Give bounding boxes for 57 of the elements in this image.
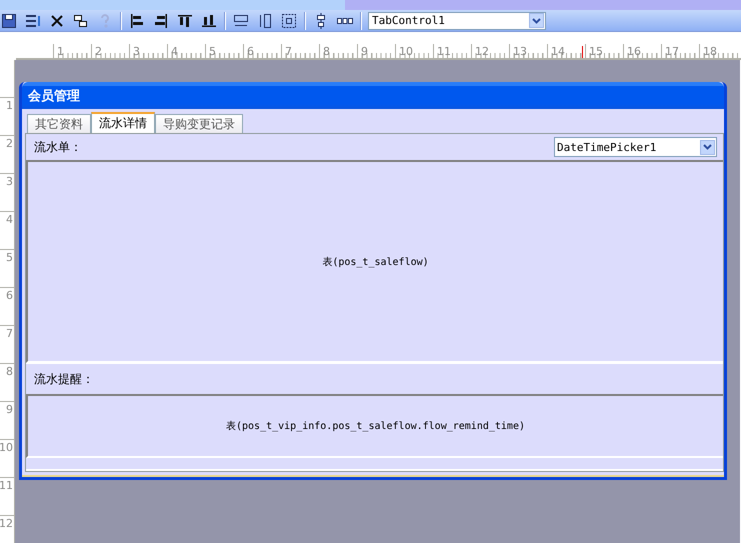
- ruler-number: 5: [208, 45, 216, 58]
- ruler-cursor-line: [582, 46, 583, 58]
- ruler-number: 17: [664, 45, 679, 58]
- ruler-number: 4: [170, 45, 178, 58]
- ruler-number: 8: [322, 45, 330, 58]
- chevron-down-icon: [700, 140, 715, 154]
- ruler-number: 2: [94, 45, 102, 58]
- save-button[interactable]: [0, 12, 18, 30]
- same-height-icon: [257, 12, 273, 28]
- two-boxes-icon: [73, 12, 89, 28]
- align-left-icon: [129, 12, 145, 28]
- ruler-number: 15: [588, 45, 603, 58]
- ruler-number: 10: [398, 45, 413, 58]
- chevron-down-icon: [529, 13, 544, 28]
- ruler-number: 11: [0, 478, 14, 494]
- ruler-number: 9: [360, 45, 368, 58]
- ruler-number: 16: [626, 45, 641, 58]
- same-size-button[interactable]: [280, 12, 298, 30]
- tab[interactable]: 流水详情: [91, 112, 155, 133]
- ruler-number: 12: [0, 516, 14, 532]
- ruler-number: 6: [6, 288, 14, 304]
- align-top-icon: [177, 12, 193, 28]
- ruler-number: 9: [6, 402, 14, 418]
- tab[interactable]: 其它资料: [27, 114, 91, 133]
- ruler-number: 11: [436, 45, 451, 58]
- align-bottom-icon: [201, 12, 217, 28]
- date-time-picker[interactable]: DateTimePicker1: [554, 137, 717, 157]
- align-right-button[interactable]: [152, 12, 170, 30]
- ruler-number: 18: [702, 45, 717, 58]
- same-size-icon: [281, 12, 297, 28]
- ruler-number: 14: [550, 45, 565, 58]
- ruler-number: 1: [56, 45, 64, 58]
- close-icon: [49, 12, 65, 28]
- align-left-button[interactable]: [128, 12, 146, 30]
- ruler-number: 12: [474, 45, 489, 58]
- field-label: 流水单：: [34, 138, 82, 156]
- tab[interactable]: 导购变更记录: [155, 114, 243, 133]
- ruler-number: 3: [132, 45, 140, 58]
- ruler-number: 7: [284, 45, 292, 58]
- window-title: 会员管理: [28, 88, 80, 104]
- list-icon: [25, 12, 41, 28]
- ruler-number: 4: [6, 212, 14, 228]
- grid-caption: 表(pos_t_saleflow): [322, 256, 429, 268]
- ruler-number: 3: [6, 174, 14, 190]
- field-label: 流水提醒：: [34, 370, 94, 388]
- ruler-number: 6: [246, 45, 254, 58]
- ruler-number: 8: [6, 364, 14, 380]
- ruler-number: 7: [6, 326, 14, 342]
- grid-caption: 表(pos_t_vip_info.pos_t_saleflow.flow_remind_time): [226, 420, 525, 433]
- ruler-number: 13: [512, 45, 527, 58]
- ruler-number: 2: [6, 136, 14, 152]
- align-right-icon: [153, 12, 169, 28]
- ruler-number: 5: [6, 250, 14, 266]
- same-width-icon: [233, 12, 249, 28]
- ruler-number: 1: [6, 98, 14, 114]
- ruler-number: 10: [0, 440, 14, 456]
- control-dropdown[interactable]: TabControl1: [368, 12, 546, 30]
